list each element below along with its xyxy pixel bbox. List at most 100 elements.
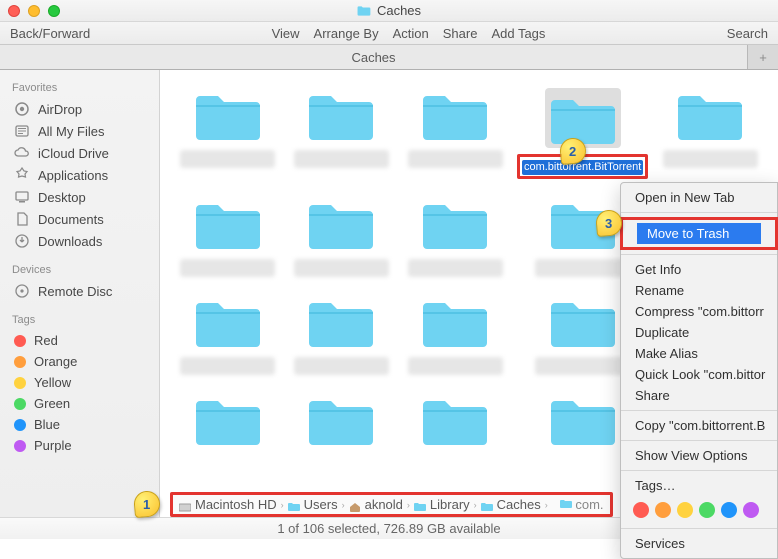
folder-item[interactable] xyxy=(658,88,762,179)
menu-quick-look[interactable]: Quick Look "com.bittor xyxy=(621,364,777,385)
folder-item[interactable] xyxy=(403,88,507,179)
toolbar-share[interactable]: Share xyxy=(443,26,478,41)
toolbar-search[interactable]: Search xyxy=(727,26,768,41)
sidebar-item-airdrop[interactable]: AirDrop xyxy=(0,98,159,120)
folder-label-blurred xyxy=(180,357,275,375)
sidebar-tag-red[interactable]: Red xyxy=(0,330,159,351)
sidebar-item-applications[interactable]: Applications xyxy=(0,164,159,186)
sidebar-item-label: AirDrop xyxy=(38,102,82,117)
folder-item[interactable] xyxy=(403,197,507,277)
path-bar: Macintosh HD› Users› aknold› Library› Ca… xyxy=(170,492,613,517)
menu-share[interactable]: Share xyxy=(621,385,777,406)
folder-icon xyxy=(305,88,377,144)
folder-icon xyxy=(192,88,264,144)
sidebar-header-devices: Devices xyxy=(0,260,159,280)
path-segment[interactable]: aknold xyxy=(365,497,403,512)
toolbar-action[interactable]: Action xyxy=(393,26,429,41)
sidebar-tag-purple[interactable]: Purple xyxy=(0,435,159,456)
tag-color-swatch[interactable] xyxy=(633,502,649,518)
menu-copy[interactable]: Copy "com.bittorrent.B xyxy=(621,415,777,436)
folder-item[interactable] xyxy=(176,295,280,375)
sidebar-tag-yellow[interactable]: Yellow xyxy=(0,372,159,393)
sidebar-item-desktop[interactable]: Desktop xyxy=(0,186,159,208)
context-menu: Open in New Tab Move to Trash Get Info R… xyxy=(620,182,778,559)
toolbar-add-tags[interactable]: Add Tags xyxy=(491,26,545,41)
path-segment-truncated[interactable]: com. xyxy=(575,497,603,512)
path-segment[interactable]: Library xyxy=(430,497,470,512)
chevron-right-icon: › xyxy=(342,500,345,510)
sidebar-tag-orange[interactable]: Orange xyxy=(0,351,159,372)
tag-color-swatch[interactable] xyxy=(699,502,715,518)
folder-icon xyxy=(547,295,619,351)
zoom-window[interactable] xyxy=(48,5,60,17)
folder-label-blurred xyxy=(180,259,275,277)
menu-compress[interactable]: Compress "com.bittorr xyxy=(621,301,777,322)
folder-label-blurred xyxy=(294,150,389,168)
folder-item[interactable] xyxy=(403,295,507,375)
sidebar-item-downloads[interactable]: Downloads xyxy=(0,230,159,252)
sidebar-item-remote-disc[interactable]: Remote Disc xyxy=(0,280,159,302)
path-segment[interactable]: Caches xyxy=(497,497,541,512)
menu-rename[interactable]: Rename xyxy=(621,280,777,301)
tag-color-swatch[interactable] xyxy=(721,502,737,518)
menu-make-alias[interactable]: Make Alias xyxy=(621,343,777,364)
folder-item[interactable] xyxy=(290,393,394,449)
folder-item[interactable] xyxy=(290,197,394,277)
toolbar-view[interactable]: View xyxy=(272,26,300,41)
menu-open-new-tab[interactable]: Open in New Tab xyxy=(621,187,777,208)
tag-color-swatch[interactable] xyxy=(655,502,671,518)
sidebar-item-label: Green xyxy=(34,396,70,411)
folder-item[interactable] xyxy=(403,393,507,449)
toolbar-arrange-by[interactable]: Arrange By xyxy=(314,26,379,41)
folder-label-blurred xyxy=(663,150,758,168)
chevron-right-icon: › xyxy=(474,500,477,510)
documents-icon xyxy=(14,211,30,227)
menu-tags-row xyxy=(621,496,777,524)
path-segment[interactable]: Users xyxy=(304,497,338,512)
airdrop-icon xyxy=(14,101,30,117)
home-icon xyxy=(349,500,361,510)
sidebar-item-all-my-files[interactable]: All My Files xyxy=(0,120,159,142)
menu-show-view-options[interactable]: Show View Options xyxy=(621,445,777,466)
tag-dot-icon xyxy=(14,440,26,452)
sidebar-item-documents[interactable]: Documents xyxy=(0,208,159,230)
path-segment[interactable]: Macintosh HD xyxy=(195,497,277,512)
folder-label-blurred xyxy=(535,357,630,375)
sidebar-item-label: Remote Disc xyxy=(38,284,112,299)
folder-icon xyxy=(192,295,264,351)
tag-color-swatch[interactable] xyxy=(743,502,759,518)
folder-item[interactable] xyxy=(290,295,394,375)
nav-back-forward[interactable]: Back/Forward xyxy=(10,26,90,41)
folder-label-blurred xyxy=(180,150,275,168)
menu-move-to-trash[interactable]: Move to Trash xyxy=(637,223,761,244)
sidebar-item-label: Red xyxy=(34,333,58,348)
folder-item[interactable] xyxy=(176,88,280,179)
folder-label-blurred xyxy=(294,259,389,277)
downloads-icon xyxy=(14,233,30,249)
menu-duplicate[interactable]: Duplicate xyxy=(621,322,777,343)
folder-label-blurred xyxy=(294,357,389,375)
window-title-text: Caches xyxy=(377,3,421,18)
folder-label-blurred xyxy=(408,357,503,375)
folder-item[interactable] xyxy=(176,393,280,449)
close-window[interactable] xyxy=(8,5,20,17)
sidebar-item-icloud-drive[interactable]: iCloud Drive xyxy=(0,142,159,164)
drive-icon xyxy=(179,500,191,510)
tag-dot-icon xyxy=(14,377,26,389)
sidebar-item-label: Documents xyxy=(38,212,104,227)
tag-color-swatch[interactable] xyxy=(677,502,693,518)
menu-get-info[interactable]: Get Info xyxy=(621,259,777,280)
folder-icon xyxy=(192,197,264,253)
tab-caches[interactable]: Caches xyxy=(0,45,748,69)
folder-item[interactable] xyxy=(176,197,280,277)
menu-services[interactable]: Services xyxy=(621,533,777,554)
new-tab-button[interactable]: + xyxy=(748,45,778,69)
minimize-window[interactable] xyxy=(28,5,40,17)
folder-item-selected[interactable]: com.bittorrent.BitTorrent xyxy=(517,88,648,179)
sidebar-tag-blue[interactable]: Blue xyxy=(0,414,159,435)
folder-item[interactable] xyxy=(290,88,394,179)
tag-dot-icon xyxy=(14,356,26,368)
sidebar-tag-green[interactable]: Green xyxy=(0,393,159,414)
tab-label: Caches xyxy=(351,50,395,65)
sidebar-item-label: Blue xyxy=(34,417,60,432)
